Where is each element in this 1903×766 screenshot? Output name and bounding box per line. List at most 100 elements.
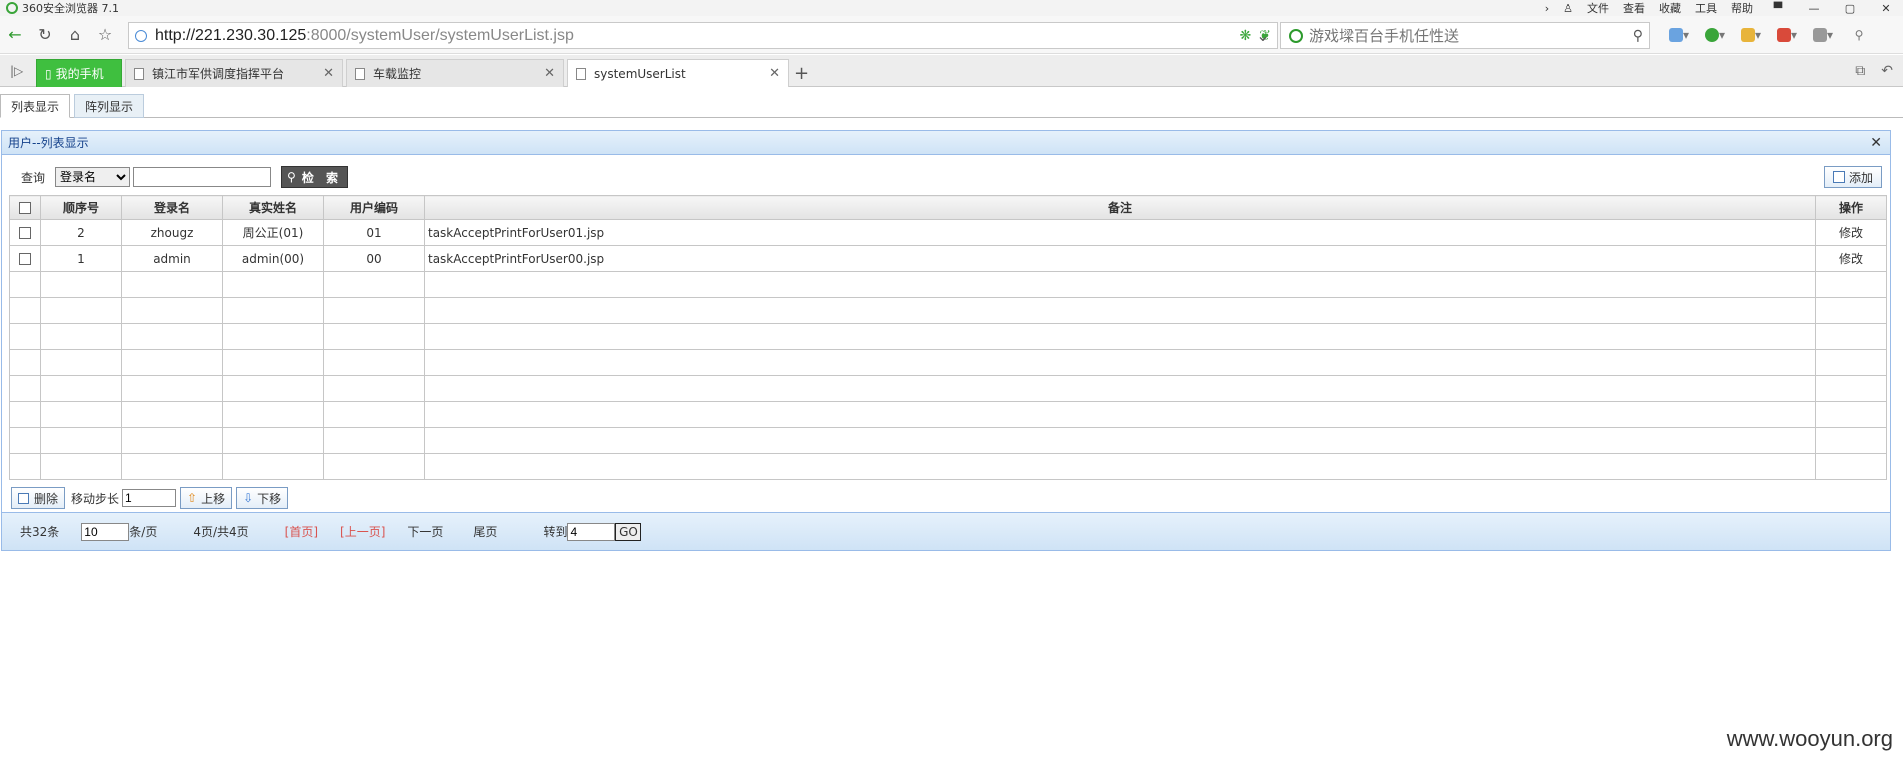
tab-system-user-list[interactable]: systemUserList ✕ (567, 59, 789, 87)
tab-vehicle-monitor[interactable]: 车载监控 ✕ (346, 59, 564, 87)
goto-page-input[interactable] (567, 522, 616, 541)
move-up-button[interactable]: ⇧ 上移 (180, 487, 233, 509)
col-realname[interactable]: 真实姓名 (222, 195, 324, 220)
edit-link[interactable]: 修改 (1815, 245, 1887, 272)
query-toolbar: 查询 登录名 ⚲ 检 索 添加 (2, 165, 1890, 189)
cell-note: taskAcceptPrintForUser00.jsp (424, 245, 1816, 272)
go-button[interactable]: GO (615, 522, 642, 541)
menu-favorites[interactable]: 收藏 (1659, 0, 1681, 16)
favorite-star-button[interactable]: ☆ (90, 20, 120, 50)
prev-page-link[interactable]: [上一页] (340, 523, 385, 540)
page-size-input[interactable] (81, 522, 130, 541)
view-mode-tabs: 列表显示 阵列显示 (0, 94, 1903, 118)
close-icon[interactable]: ✕ (323, 66, 334, 81)
edit-link[interactable]: 修改 (1815, 219, 1887, 246)
empty-row (9, 453, 1887, 480)
add-button[interactable]: 添加 (1824, 166, 1882, 188)
url-input[interactable]: http://221.230.30.125:8000/systemUser/sy… (128, 22, 1278, 49)
panel-header: 用户--列表显示 ✕ (2, 131, 1890, 155)
query-input[interactable] (133, 167, 272, 187)
folder-icon[interactable]: ▾ (1738, 24, 1764, 46)
first-page-link[interactable]: [首页] (285, 523, 318, 540)
arrow-down-icon: ⇩ (243, 491, 254, 505)
empty-row (9, 297, 1887, 324)
zoom-icon[interactable]: ⚲ (1846, 24, 1872, 46)
new-tab-button[interactable]: + (794, 63, 809, 84)
total-count: 共32条 (20, 525, 60, 539)
cell-realname: admin(00) (222, 245, 324, 272)
col-login[interactable]: 登录名 (121, 195, 223, 220)
tab-list-icon[interactable]: ⧉ (1855, 63, 1865, 79)
url-path: :8000/systemUser/systemUserList.jsp (306, 26, 574, 44)
search-button[interactable]: ⚲ 检 索 (281, 166, 349, 188)
menu-help[interactable]: 帮助 (1731, 0, 1753, 16)
phone-icon: ▯ (45, 66, 52, 81)
search-input[interactable] (1309, 26, 1629, 45)
tab-list-view[interactable]: 列表显示 (0, 94, 71, 118)
table-row[interactable]: 2 zhougz 周公正(01) 01 taskAcceptPrintForUs… (9, 219, 1887, 246)
search-engine-icon[interactable] (1289, 28, 1303, 43)
col-usercode[interactable]: 用户编码 (323, 195, 425, 220)
col-note[interactable]: 备注 (424, 195, 1816, 220)
url-host: http://221.230.30.125 (155, 26, 307, 44)
maximize-button[interactable]: ▢ (1839, 2, 1861, 15)
delete-button[interactable]: 删除 (11, 487, 66, 509)
user-icon[interactable]: ♙ (1563, 2, 1573, 15)
page-icon (134, 67, 144, 80)
table-row[interactable]: 1 admin admin(00) 00 taskAcceptPrintForU… (9, 245, 1887, 272)
menu-file[interactable]: 文件 (1587, 0, 1609, 16)
empty-row (9, 349, 1887, 376)
query-field-select[interactable]: 登录名 (55, 167, 131, 187)
user-table: 顺序号 登录名 真实姓名 用户编码 备注 操作 2 zhougz 周公正(01)… (9, 195, 1887, 480)
search-icon[interactable]: ⚲ (1633, 28, 1643, 44)
home-button[interactable]: ⌂ (60, 20, 90, 50)
step-label: 移动步长 (71, 491, 120, 506)
window-menu: › ♙ 文件 查看 收藏 工具 帮助 ▀ — ▢ ✕ (1545, 0, 1903, 16)
pin-icon[interactable]: ▀ (1767, 2, 1789, 15)
undo-close-icon[interactable]: ↶ (1881, 63, 1893, 79)
sidebar-toggle-icon[interactable]: |▷ (10, 64, 23, 78)
chevron-right-icon[interactable]: › (1545, 2, 1549, 15)
tab-zhenjiang-platform[interactable]: 镇江市军供调度指挥平台 ✕ (125, 59, 343, 87)
pagination-bar: 共32条 条/页 4页/共4页 [首页] [上一页] 下一页 尾页 转到 GO (2, 512, 1890, 550)
col-action: 操作 (1815, 195, 1887, 220)
last-page-link[interactable]: 尾页 (473, 523, 497, 540)
panel-close-icon[interactable]: ✕ (1870, 135, 1882, 151)
panel-title: 用户--列表显示 (8, 136, 89, 150)
tab-array-view[interactable]: 阵列显示 (74, 94, 145, 118)
url-dropdown-icon[interactable]: ⌄ (1248, 20, 1278, 50)
browser-logo-icon (6, 2, 18, 14)
close-icon[interactable]: ✕ (544, 66, 555, 81)
menu-tools[interactable]: 工具 (1695, 0, 1717, 16)
shield-icon[interactable]: ▾ (1702, 24, 1728, 46)
empty-row (9, 375, 1887, 402)
tab-my-phone[interactable]: ▯ 我的手机 (36, 59, 122, 87)
pdf-icon[interactable]: ▾ (1774, 24, 1800, 46)
refresh-button[interactable]: ↻ (30, 20, 60, 50)
select-all-checkbox[interactable] (19, 202, 31, 214)
close-icon[interactable]: ✕ (769, 66, 780, 81)
next-page-link[interactable]: 下一页 (407, 523, 443, 540)
empty-row (9, 271, 1887, 298)
row-checkbox[interactable] (19, 227, 31, 239)
minimize-button[interactable]: — (1803, 2, 1825, 15)
apps-icon[interactable]: ▾ (1666, 24, 1692, 46)
row-checkbox[interactable] (19, 253, 31, 265)
move-down-button[interactable]: ⇩ 下移 (236, 487, 289, 509)
search-box[interactable]: ⚲ (1280, 22, 1650, 49)
query-label: 查询 (21, 170, 46, 185)
menu-view[interactable]: 查看 (1623, 0, 1645, 16)
user-list-panel: 用户--列表显示 ✕ 查询 登录名 ⚲ 检 索 添加 顺序号 登录名 真实姓名 … (1, 130, 1891, 551)
page-icon (355, 67, 365, 80)
goto-label: 转到 (543, 525, 568, 539)
page-icon (576, 67, 586, 80)
back-button[interactable]: ← (0, 20, 30, 50)
close-window-button[interactable]: ✕ (1875, 2, 1897, 15)
col-seq[interactable]: 顺序号 (40, 195, 122, 220)
empty-row (9, 401, 1887, 428)
add-document-icon (1832, 171, 1845, 183)
step-input[interactable] (122, 489, 177, 507)
window-title: 360安全浏览器 7.1 (22, 2, 119, 15)
image-icon[interactable]: ▾ (1810, 24, 1836, 46)
cell-login: zhougz (121, 219, 223, 246)
